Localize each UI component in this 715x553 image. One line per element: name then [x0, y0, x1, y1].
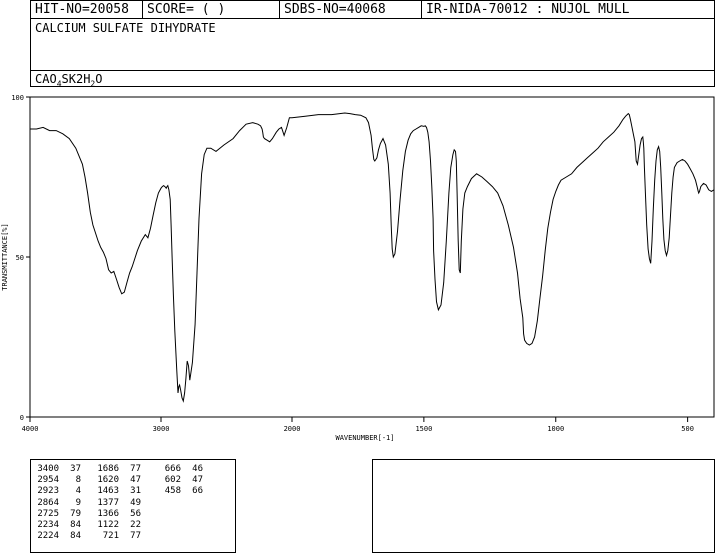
peak-row: 2725 79 [33, 509, 81, 520]
peak-row: 2864 9 [33, 498, 81, 509]
y-ticks: 0 50 100 [11, 94, 30, 422]
peak-wavenumber: 458 [164, 486, 181, 497]
peak-transmittance: 46 [192, 464, 203, 474]
peak-row: 2234 84 [33, 520, 81, 531]
x-axis-label: WAVENUMBER[-1] [335, 434, 394, 442]
peak-row: 458 66 [155, 486, 203, 497]
peak-row: 2923 4 [33, 486, 81, 497]
peak-wavenumber: 1463 [97, 486, 119, 497]
peak-transmittance: 9 [75, 497, 81, 508]
peak-table: 3400 37 2954 8 2923 4 2864 9 2725 79 2234 84 2224 84 … [30, 459, 236, 553]
peak-wavenumber: 1122 [97, 520, 119, 531]
peak-wavenumber: 1377 [97, 497, 119, 508]
peak-wavenumber: 3400 [37, 464, 59, 474]
peak-transmittance: 47 [192, 475, 203, 486]
x-tick-label: 1500 [415, 425, 432, 433]
peak-wavenumber: 2725 [37, 508, 59, 519]
peak-transmittance: 77 [130, 464, 141, 474]
peak-column: 1686 77 1620 47 1463 31 1377 49 1366 56 1122 22 721 7… [93, 464, 141, 542]
peak-transmittance: 77 [130, 531, 141, 542]
y-tick-label: 0 [20, 414, 24, 422]
peak-wavenumber: 1366 [97, 508, 119, 519]
peak-row: 1366 56 [93, 509, 141, 520]
peak-transmittance: 37 [70, 464, 81, 474]
y-axis-label: TRANSMITTANCE[%] [1, 223, 9, 290]
peak-column: 666 46 602 47 458 66 [155, 464, 203, 498]
peak-wavenumber: 1686 [97, 464, 119, 474]
peak-transmittance: 8 [75, 475, 81, 486]
peak-row: 2954 8 [33, 475, 81, 486]
structure-box [372, 459, 715, 553]
peak-row: 666 46 [155, 464, 203, 475]
spectrum-line [30, 112, 715, 403]
y-tick-label: 50 [16, 254, 24, 262]
peak-row: 602 47 [155, 475, 203, 486]
peak-transmittance: 47 [130, 475, 141, 486]
peak-transmittance: 49 [130, 497, 141, 508]
peak-transmittance: 84 [70, 531, 81, 542]
peak-row: 721 77 [93, 531, 141, 542]
peak-row: 2224 84 [33, 531, 81, 542]
peak-row: 1686 77 [93, 464, 141, 475]
peak-wavenumber: 721 [102, 531, 119, 542]
peak-transmittance: 84 [70, 520, 81, 531]
x-tick-label: 2000 [284, 425, 301, 433]
peak-row: 1463 31 [93, 486, 141, 497]
x-tick-label: 1000 [547, 425, 564, 433]
peak-transmittance: 4 [75, 486, 81, 497]
peak-column: 3400 37 2954 8 2923 4 2864 9 2725 79 2234 84 2224 84 [33, 464, 81, 542]
x-ticks: 4000 3000 2000 1500 1000 500 [22, 417, 694, 433]
peak-wavenumber: 2954 [37, 475, 59, 486]
x-tick-label: 3000 [153, 425, 170, 433]
peak-wavenumber: 602 [164, 475, 181, 486]
peak-transmittance: 22 [130, 520, 141, 531]
peak-row: 3400 37 [33, 464, 81, 475]
peak-wavenumber: 2864 [37, 497, 59, 508]
peak-transmittance: 66 [192, 486, 203, 497]
ir-spectrum-chart: 4000 3000 2000 1500 1000 500 0 50 100 WAVENUMBE… [1, 94, 715, 442]
peak-wavenumber: 666 [164, 464, 181, 474]
peak-row: 1620 47 [93, 475, 141, 486]
peak-transmittance: 31 [130, 486, 141, 497]
peak-wavenumber: 2224 [37, 531, 59, 542]
x-tick-label: 500 [681, 425, 694, 433]
peak-transmittance: 79 [70, 508, 81, 519]
y-tick-label: 100 [11, 94, 24, 102]
peak-wavenumber: 1620 [97, 475, 119, 486]
peak-row: 1122 22 [93, 520, 141, 531]
peak-wavenumber: 2234 [37, 520, 59, 531]
peak-transmittance: 56 [130, 508, 141, 519]
peak-wavenumber: 2923 [37, 486, 59, 497]
peak-row: 1377 49 [93, 498, 141, 509]
x-tick-label: 4000 [22, 425, 39, 433]
